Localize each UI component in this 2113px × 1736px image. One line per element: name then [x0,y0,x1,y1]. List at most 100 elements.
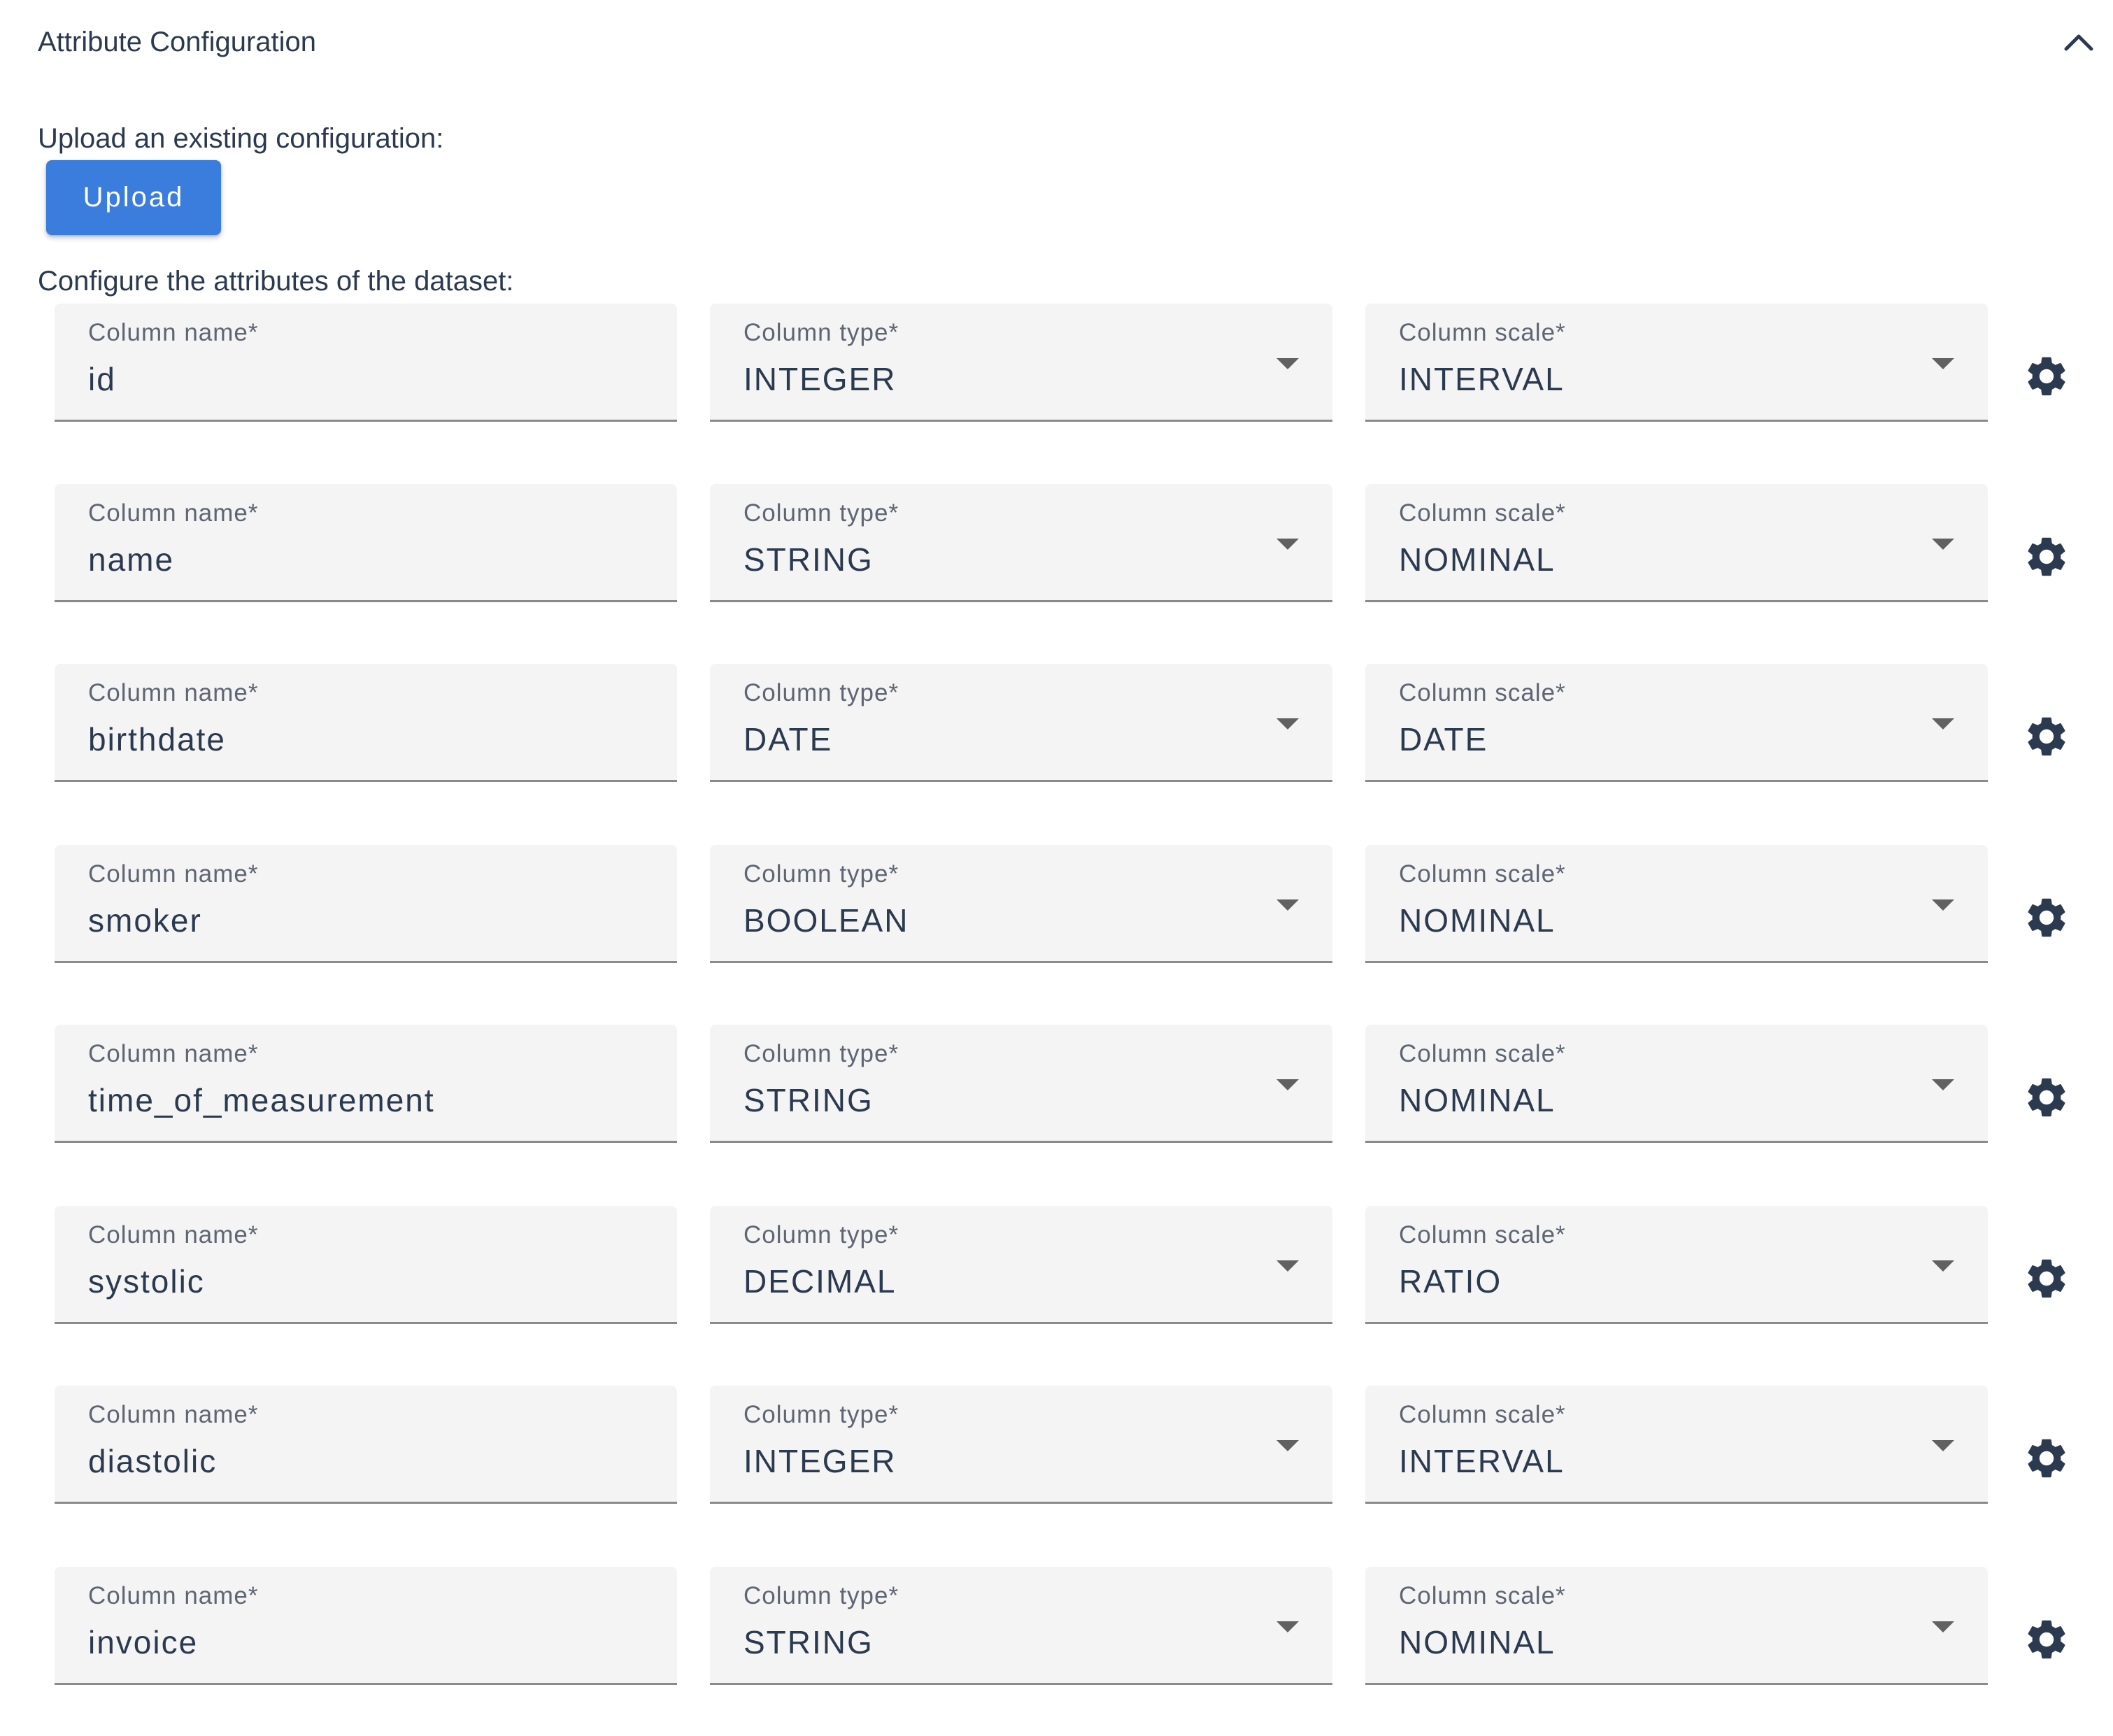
column-name-value: id [88,361,116,397]
column-scale-select[interactable]: Column scale* INTERVAL [1365,304,1988,422]
column-name-label: Column name* [88,319,259,346]
column-type-label: Column type* [744,319,899,346]
column-type-value: BOOLEAN [744,902,909,939]
column-name-input[interactable]: Column name* time_of_measurement [55,1025,677,1143]
attribute-row: Column name* systolic Column type* DECIMAL C… [0,1206,2113,1325]
column-type-select[interactable]: Column type* STRING [710,484,1332,602]
column-scale-value: NOMINAL [1399,902,1556,939]
column-name-input[interactable]: Column name* id [55,304,677,422]
gear-icon[interactable] [2023,1435,2070,1482]
column-type-select[interactable]: Column type* BOOLEAN [710,845,1332,963]
attribute-row: Column name* time_of_measurement Column ty… [0,1025,2113,1144]
caret-down-icon[interactable] [1932,1079,1954,1090]
gear-icon[interactable] [2023,1074,2070,1121]
column-type-select[interactable]: Column type* INTEGER [710,304,1332,422]
column-name-input[interactable]: Column name* smoker [55,845,677,963]
column-scale-value: INTERVAL [1399,1443,1565,1479]
column-type-select[interactable]: Column type* STRING [710,1025,1332,1143]
gear-icon[interactable] [2023,1616,2070,1663]
caret-down-icon[interactable] [1276,1260,1299,1272]
column-scale-value: NOMINAL [1399,541,1556,578]
column-name-input[interactable]: Column name* invoice [55,1567,677,1685]
column-name-value: diastolic [88,1443,218,1479]
column-scale-select[interactable]: Column scale* NOMINAL [1365,1025,1988,1143]
column-name-value: smoker [88,902,202,939]
column-name-label: Column name* [88,1582,259,1609]
gear-icon[interactable] [2023,353,2070,400]
caret-down-icon[interactable] [1276,1621,1299,1632]
column-type-label: Column type* [744,499,899,527]
panel-title: Attribute Configuration [38,27,317,57]
column-type-value: INTEGER [744,361,897,397]
column-scale-select[interactable]: Column scale* NOMINAL [1365,484,1988,602]
attribute-row: Column name* smoker Column type* BOOLEAN Col… [0,845,2113,964]
column-scale-select[interactable]: Column scale* NOMINAL [1365,845,1988,963]
column-scale-label: Column scale* [1399,1040,1566,1067]
caret-down-icon[interactable] [1932,358,1954,369]
column-name-label: Column name* [88,499,259,527]
column-scale-label: Column scale* [1399,1401,1566,1428]
column-type-label: Column type* [744,679,899,706]
column-name-value: name [88,541,175,578]
column-type-select[interactable]: Column type* DATE [710,664,1332,782]
column-name-value: invoice [88,1624,199,1660]
gear-icon[interactable] [2023,713,2070,760]
column-name-value: birthdate [88,721,227,757]
attribute-row: Column name* id Column type* INTEGER Column … [0,304,2113,422]
caret-down-icon[interactable] [1276,899,1299,911]
caret-down-icon[interactable] [1932,718,1954,730]
column-scale-select[interactable]: Column scale* RATIO [1365,1206,1988,1324]
caret-down-icon[interactable] [1932,539,1954,550]
caret-down-icon[interactable] [1932,1260,1954,1272]
column-scale-select[interactable]: Column scale* NOMINAL [1365,1567,1988,1685]
column-name-input[interactable]: Column name* name [55,484,677,602]
gear-icon[interactable] [2023,1255,2070,1302]
caret-down-icon[interactable] [1276,358,1299,369]
caret-down-icon[interactable] [1932,899,1954,911]
caret-down-icon[interactable] [1276,1079,1299,1090]
chevron-up-icon[interactable] [2059,27,2098,57]
column-type-value: STRING [744,541,874,578]
column-name-input[interactable]: Column name* diastolic [55,1386,677,1504]
column-scale-select[interactable]: Column scale* DATE [1365,664,1988,782]
column-scale-value: NOMINAL [1399,1082,1556,1118]
column-name-input[interactable]: Column name* birthdate [55,664,677,782]
column-type-value: DATE [744,721,833,757]
caret-down-icon[interactable] [1276,718,1299,730]
upload-button[interactable]: Upload [46,160,221,235]
column-type-label: Column type* [744,1040,899,1067]
column-scale-value: RATIO [1399,1263,1502,1300]
column-name-label: Column name* [88,679,259,706]
caret-down-icon[interactable] [1932,1440,1954,1451]
column-scale-label: Column scale* [1399,1221,1566,1248]
panel-header[interactable]: Attribute Configuration [0,0,2113,84]
column-type-select[interactable]: Column type* INTEGER [710,1386,1332,1504]
column-name-input[interactable]: Column name* systolic [55,1206,677,1324]
column-type-label: Column type* [744,1221,899,1248]
column-scale-label: Column scale* [1399,679,1566,706]
column-type-value: DECIMAL [744,1263,897,1300]
upload-label: Upload an existing configuration: [38,123,444,154]
column-type-label: Column type* [744,860,899,888]
column-type-value: INTEGER [744,1443,897,1479]
caret-down-icon[interactable] [1276,539,1299,550]
column-type-label: Column type* [744,1582,899,1609]
column-type-value: STRING [744,1624,874,1660]
gear-icon[interactable] [2023,533,2070,581]
column-scale-select[interactable]: Column scale* INTERVAL [1365,1386,1988,1504]
column-name-label: Column name* [88,1040,259,1067]
column-scale-label: Column scale* [1399,1582,1566,1609]
column-type-select[interactable]: Column type* DECIMAL [710,1206,1332,1324]
gear-icon[interactable] [2023,894,2070,941]
caret-down-icon[interactable] [1932,1621,1954,1632]
attribute-row: Column name* diastolic Column type* INTEGER… [0,1386,2113,1504]
column-name-label: Column name* [88,1401,259,1428]
column-type-value: STRING [744,1082,874,1118]
configure-label: Configure the attributes of the dataset: [38,266,514,297]
column-scale-label: Column scale* [1399,860,1566,888]
column-name-label: Column name* [88,860,259,888]
caret-down-icon[interactable] [1276,1440,1299,1451]
column-scale-label: Column scale* [1399,499,1566,527]
column-type-select[interactable]: Column type* STRING [710,1567,1332,1685]
column-name-value: systolic [88,1263,205,1300]
